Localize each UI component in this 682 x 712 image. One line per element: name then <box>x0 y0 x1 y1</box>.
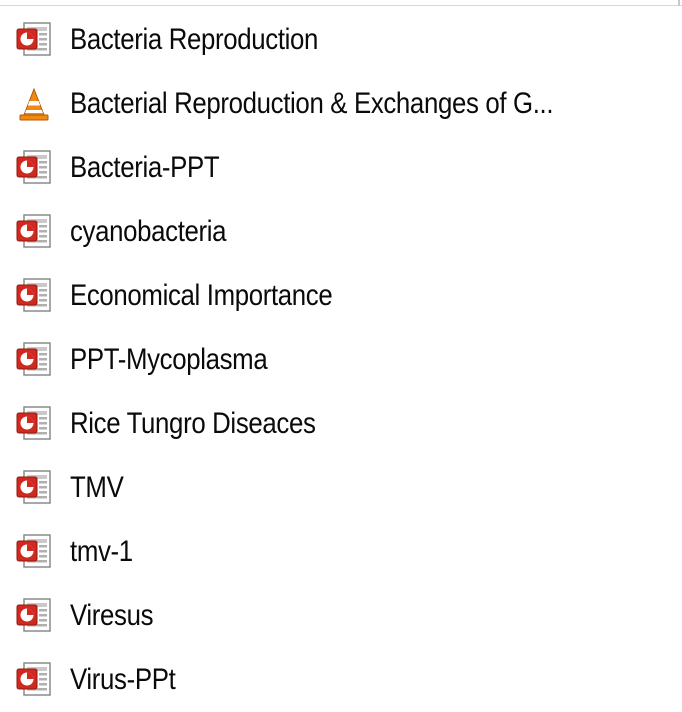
file-name: Economical Importance <box>70 279 333 312</box>
powerpoint-file-icon <box>14 212 54 252</box>
file-name: cyanobacteria <box>70 215 227 248</box>
powerpoint-file-icon <box>14 20 54 60</box>
file-item-bacterial-reproduction-exchanges[interactable]: Bacterial Reproduction & Exchanges of G.… <box>0 72 682 136</box>
file-item-ppt-mycoplasma[interactable]: PPT-Mycoplasma <box>0 328 682 392</box>
list-top-border <box>0 0 682 6</box>
file-name: TMV <box>70 471 124 504</box>
powerpoint-file-icon <box>14 532 54 572</box>
powerpoint-file-icon <box>14 660 54 700</box>
file-item-cyanobacteria[interactable]: cyanobacteria <box>0 200 682 264</box>
file-name: Rice Tungro Diseaces <box>70 407 316 440</box>
powerpoint-file-icon <box>14 276 54 316</box>
file-item-bacteria-ppt[interactable]: Bacteria-PPT <box>0 136 682 200</box>
file-name: Bacterial Reproduction & Exchanges of G.… <box>70 87 554 120</box>
file-name: Bacteria-PPT <box>70 151 220 184</box>
file-name: Virus-PPt <box>70 663 176 696</box>
file-item-rice-tungro-diseaces[interactable]: Rice Tungro Diseaces <box>0 392 682 456</box>
file-name: PPT-Mycoplasma <box>70 343 268 376</box>
file-item-viresus[interactable]: Viresus <box>0 584 682 648</box>
file-item-tmv[interactable]: TMV <box>0 456 682 520</box>
powerpoint-file-icon <box>14 468 54 508</box>
file-name: Bacteria Reproduction <box>70 23 319 56</box>
powerpoint-file-icon <box>14 148 54 188</box>
file-item-tmv-1[interactable]: tmv-1 <box>0 520 682 584</box>
vlc-media-file-icon <box>14 84 54 124</box>
file-item-bacteria-reproduction[interactable]: Bacteria Reproduction <box>0 8 682 72</box>
file-list: Bacteria Reproduction Bacterial Reproduc… <box>0 8 682 712</box>
powerpoint-file-icon <box>14 404 54 444</box>
powerpoint-file-icon <box>14 340 54 380</box>
file-item-economical-importance[interactable]: Economical Importance <box>0 264 682 328</box>
file-name: Viresus <box>70 599 154 632</box>
file-item-virus-ppt[interactable]: Virus-PPt <box>0 648 682 712</box>
powerpoint-file-icon <box>14 596 54 636</box>
file-name: tmv-1 <box>70 535 133 568</box>
